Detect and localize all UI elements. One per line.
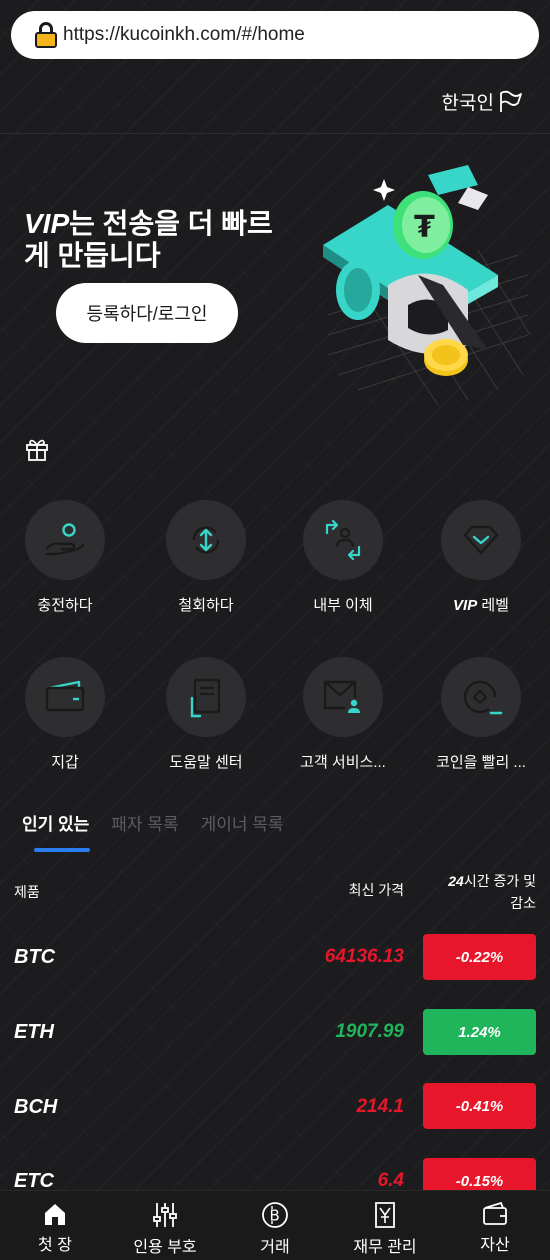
wallet-icon — [25, 657, 105, 737]
row-symbol: BCH — [14, 1096, 58, 1118]
grid-item-label: 지갑 — [51, 754, 79, 771]
finance-icon — [375, 1202, 395, 1228]
grid-item-label: VIP 레벨 — [453, 594, 509, 615]
diamond-icon — [441, 500, 521, 580]
sliders-icon — [153, 1203, 177, 1227]
grid-item-label: 도움말 센터 — [169, 754, 243, 771]
nav-finance[interactable]: 재무 관리 — [330, 1191, 440, 1260]
grid-item-label: 코인을 빨리 ... — [436, 754, 526, 771]
row-change-badge: -0.41% — [423, 1083, 536, 1129]
withdraw-icon — [166, 500, 246, 580]
nav-label: 거래 — [260, 1239, 290, 1256]
tab-active-indicator — [34, 848, 90, 852]
grid-item-deposit[interactable]: 충전하다 — [0, 500, 130, 615]
gift-icon[interactable] — [24, 436, 50, 462]
nav-label: 자산 — [480, 1237, 510, 1254]
grid-item-label: 내부 이체 — [313, 597, 373, 614]
column-header-product: 제품 — [14, 884, 40, 900]
grid-item-internal-transfer[interactable]: 내부 이체 — [278, 500, 408, 615]
wallet-icon — [483, 1201, 507, 1225]
tab-losers[interactable]: 패자 목록 — [111, 810, 178, 835]
svg-text:B: B — [270, 1207, 280, 1225]
language-label: 한국인 — [441, 92, 494, 114]
nav-label: 첫 장 — [38, 1237, 72, 1254]
row-price: 64136.13 — [324, 946, 404, 967]
home-icon — [45, 1204, 65, 1225]
svg-text:₮: ₮ — [414, 210, 435, 245]
document-icon — [166, 657, 246, 737]
hero-illustration: ₮ — [323, 165, 531, 406]
nav-quotes[interactable]: 인용 부호 — [110, 1191, 220, 1260]
bitcoin-icon: B — [262, 1202, 288, 1228]
transfer-icon — [303, 500, 383, 580]
nav-trade[interactable]: B 거래 — [220, 1191, 330, 1260]
hero-title-vip: VIP — [24, 208, 70, 239]
row-symbol: BTC — [14, 946, 56, 968]
coin-swap-icon — [441, 657, 521, 737]
flag-icon — [500, 90, 522, 112]
mail-user-icon — [303, 657, 383, 737]
bottom-navigation: 첫 장 인용 부호 B 거래 재무 관리 자산 — [0, 1190, 550, 1260]
column-header-change-line2: 감소 — [510, 895, 536, 911]
deposit-icon — [25, 500, 105, 580]
nav-label: 인용 부호 — [133, 1239, 197, 1256]
vip-label-strong: VIP — [453, 597, 478, 614]
grid-item-vip-level[interactable]: VIP 레벨 — [416, 500, 546, 615]
grid-item-label: 철회하다 — [178, 597, 234, 614]
grid-item-label: 고객 서비스... — [300, 754, 386, 771]
address-bar[interactable]: https://kucoinkh.com/#/home — [11, 11, 539, 59]
nav-home[interactable]: 첫 장 — [0, 1191, 110, 1260]
row-price: 1907.99 — [335, 1021, 404, 1042]
column-header-change: 24시간 증가 및 감소 — [448, 870, 536, 914]
language-selector[interactable]: 한국인 — [442, 88, 524, 115]
market-tabs: 인기 있는 패자 목록 게이너 목록 — [22, 810, 306, 835]
register-login-button[interactable]: 등록하다/로그인 — [56, 283, 238, 343]
grid-item-wallet[interactable]: 지갑 — [0, 657, 130, 772]
lock-icon — [35, 22, 57, 48]
nav-label: 재무 관리 — [353, 1239, 417, 1256]
row-change-badge: 1.24% — [423, 1009, 536, 1055]
row-price: 6.4 — [377, 1170, 404, 1191]
tab-gainers[interactable]: 게이너 목록 — [201, 810, 284, 835]
url-text[interactable]: https://kucoinkh.com/#/home — [63, 24, 305, 46]
grid-item-label: 충전하다 — [37, 597, 93, 614]
vip-label-rest: 레벨 — [477, 597, 509, 614]
row-symbol: ETH — [14, 1021, 54, 1043]
grid-item-help-center[interactable]: 도움말 센터 — [141, 657, 271, 772]
row-change-badge: -0.22% — [423, 934, 536, 980]
nav-assets[interactable]: 자산 — [440, 1191, 550, 1260]
grid-item-withdraw[interactable]: 철회하다 — [141, 500, 271, 615]
header-divider — [0, 133, 550, 134]
grid-item-customer-service[interactable]: 고객 서비스... — [278, 657, 408, 772]
hero-title: VIP는 전송을 더 빠르게 만듭니다 — [24, 208, 294, 272]
column-header-price: 최신 가격 — [348, 882, 404, 898]
grid-item-quick-coin[interactable]: 코인을 빨리 ... — [416, 657, 546, 772]
column-header-change-line1: 24시간 증가 및 — [448, 873, 536, 889]
row-price: 214.1 — [356, 1096, 404, 1117]
tab-popular[interactable]: 인기 있는 — [22, 810, 89, 835]
